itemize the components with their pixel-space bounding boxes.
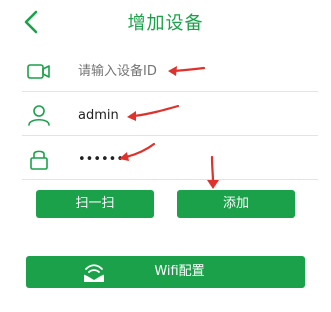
device-id-input[interactable]: [78, 60, 298, 84]
user-icon: [28, 105, 50, 126]
username-input[interactable]: admin: [78, 104, 298, 128]
divider: [22, 91, 318, 92]
password-input[interactable]: ••••••: [78, 148, 298, 172]
divider: [22, 179, 318, 180]
add-button[interactable]: 添加: [177, 190, 295, 218]
header-bar: 增加设备: [0, 0, 331, 44]
wifi-config-button[interactable]: Wifi配置: [26, 256, 305, 288]
wifi-config-label: Wifi配置: [154, 264, 205, 279]
device-id-row: [22, 52, 318, 92]
scan-button[interactable]: 扫一扫: [36, 190, 154, 218]
camera-icon: [27, 64, 50, 79]
username-row: admin: [22, 96, 318, 136]
divider: [22, 135, 318, 136]
page-title: 增加设备: [127, 13, 204, 34]
lock-icon: [30, 150, 48, 170]
password-row: ••••••: [22, 140, 318, 180]
